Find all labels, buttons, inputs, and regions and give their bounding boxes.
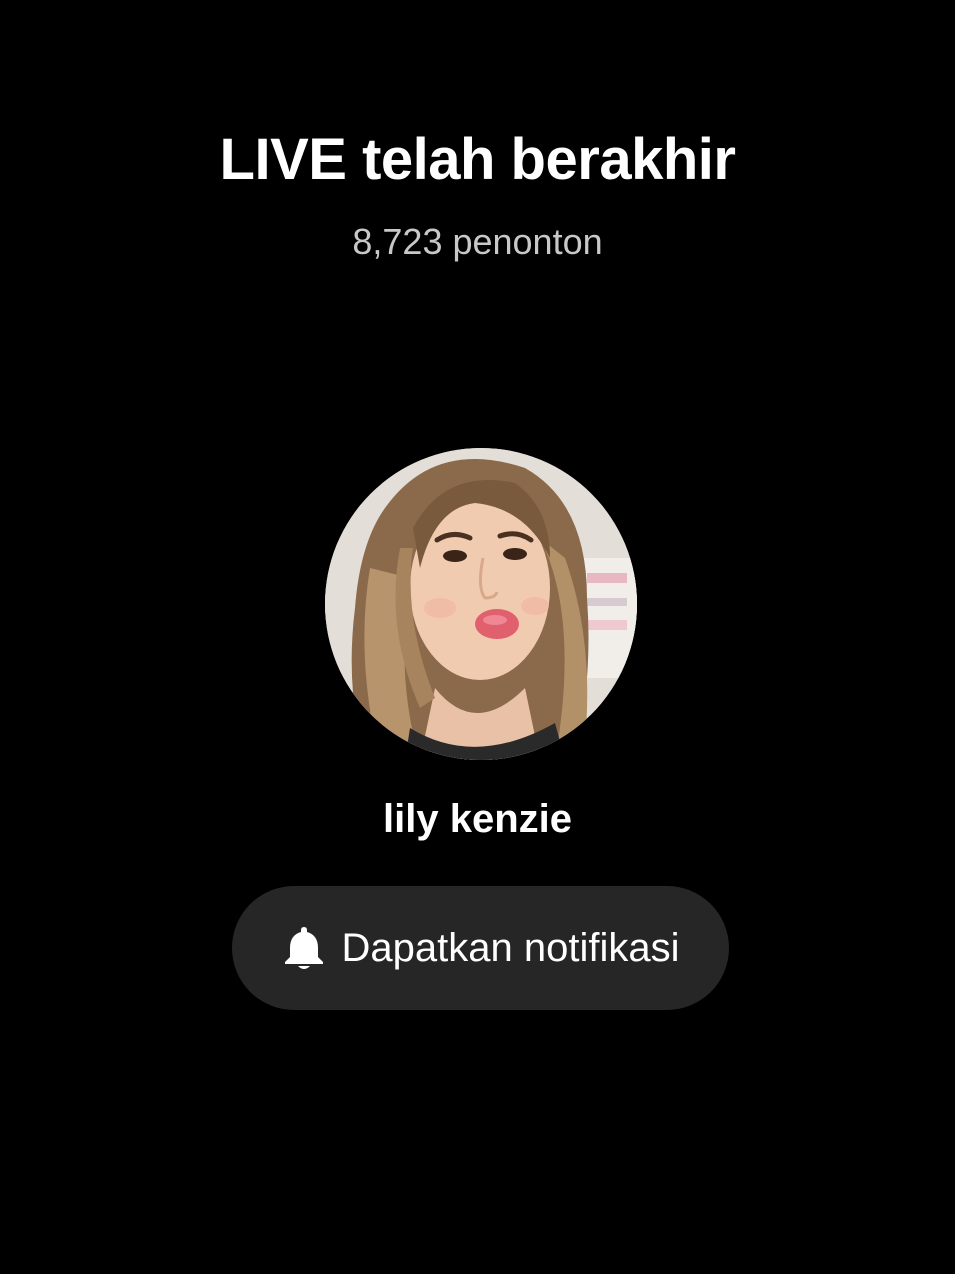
bell-icon bbox=[282, 924, 326, 972]
page-title: LIVE telah berakhir bbox=[219, 127, 736, 192]
viewer-count: 8,723 penonton bbox=[352, 221, 603, 262]
host-username[interactable]: lily kenzie bbox=[0, 793, 955, 845]
profile-photo bbox=[325, 448, 637, 760]
live-ended-screen: LIVE telah berakhir 8,723 penonton lily … bbox=[0, 0, 955, 1274]
get-notifications-button[interactable]: Dapatkan notifikasi bbox=[232, 886, 729, 1010]
get-notifications-label: Dapatkan notifikasi bbox=[341, 926, 680, 970]
avatar[interactable] bbox=[325, 448, 637, 760]
